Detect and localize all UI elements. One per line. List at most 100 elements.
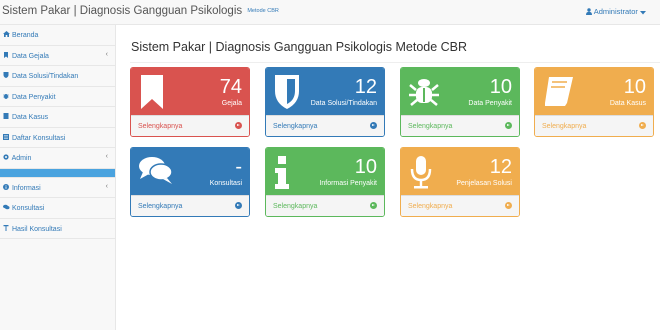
- card-footer-link[interactable]: Selengkapnya: [266, 195, 384, 216]
- stat-label: Informasi Penyakit: [319, 180, 377, 187]
- stat-value: 74: [219, 76, 242, 98]
- stat-value: 10: [623, 76, 646, 98]
- stat-card-konsultasi: - Konsultasi Selengkapnya: [130, 147, 250, 217]
- details-link[interactable]: Selengkapnya: [138, 123, 182, 130]
- sidebar-item-admin[interactable]: Admin ‹: [0, 148, 115, 169]
- card-footer-link[interactable]: Selengkapnya: [131, 195, 249, 216]
- stat-label: Data Kasus: [609, 100, 646, 107]
- stat-value: 10: [489, 76, 512, 98]
- stat-label: Konsultasi: [209, 180, 242, 187]
- sidebar-item-data-penyakit[interactable]: Data Penyakit: [0, 87, 115, 107]
- sidebar: Beranda Data Gejala ‹ Data Solusi/Tindak…: [0, 25, 116, 330]
- main-content: Sistem Pakar | Diagnosis Gangguan Psikol…: [116, 25, 660, 330]
- sidebar-item-label: Beranda: [11, 32, 39, 39]
- shield-icon: [3, 72, 9, 78]
- chevron-left-icon: ‹: [105, 50, 108, 58]
- card-footer-link[interactable]: Selengkapnya: [131, 115, 249, 136]
- stat-label: Gejala: [221, 100, 242, 107]
- stat-card-penjelasan: 12 Penjelasan Solusi Selengkapnya: [400, 147, 520, 217]
- comments-icon: [3, 204, 10, 210]
- sidebar-item-label: Data Solusi/Tindakan: [11, 73, 79, 80]
- arrow-circle-right-icon: [370, 122, 377, 129]
- user-label: Administrator: [593, 7, 638, 16]
- chevron-left-icon: ‹: [105, 182, 108, 190]
- chevron-left-icon: ‹: [105, 153, 108, 160]
- list-icon: [3, 133, 9, 140]
- arrow-circle-right-icon: [505, 122, 512, 129]
- home-icon: [3, 31, 10, 37]
- app-subtitle: Metode CBR: [247, 8, 279, 14]
- card-footer-link[interactable]: Selengkapnya: [535, 115, 653, 136]
- sidebar-item-label: Informasi: [11, 184, 41, 192]
- info-icon: [275, 156, 289, 189]
- info-icon: [3, 183, 9, 190]
- card-header: 12 Data Solusi/Tindakan: [266, 68, 384, 115]
- stat-value: 12: [354, 76, 377, 98]
- sidebar-item-label: Data Gejala: [11, 52, 49, 60]
- bookmark-icon: [4, 51, 8, 58]
- card-header: - Konsultasi: [131, 148, 249, 195]
- stat-card-solusi: 12 Data Solusi/Tindakan Selengkapnya: [265, 67, 385, 137]
- details-link[interactable]: Selengkapnya: [273, 123, 317, 130]
- arrow-circle-right-icon: [235, 122, 242, 129]
- sidebar-item-data-solusi[interactable]: Data Solusi/Tindakan: [0, 66, 115, 87]
- user-icon: [586, 8, 593, 15]
- arrow-circle-right-icon: [370, 202, 377, 209]
- bookmark-icon: [141, 75, 163, 109]
- microphone-icon: [410, 156, 432, 189]
- card-footer-link[interactable]: Selengkapnya: [266, 115, 384, 136]
- card-footer-link[interactable]: Selengkapnya: [401, 115, 519, 136]
- sidebar-item-label: Hasil Konsultasi: [11, 225, 62, 233]
- book-icon: [545, 77, 573, 106]
- sidebar-item-hasil-konsultasi[interactable]: Hasil Konsultasi: [0, 219, 115, 239]
- caret-down-icon: [640, 11, 646, 15]
- card-header: 74 Gejala: [131, 68, 249, 115]
- stat-value: -: [235, 156, 242, 178]
- stat-label: Data Penyakit: [468, 100, 512, 107]
- shield-icon: [275, 75, 299, 109]
- details-link[interactable]: Selengkapnya: [408, 203, 452, 210]
- stat-card-penyakit: 10 Data Penyakit Selengkapnya: [400, 67, 520, 137]
- bug-icon: [409, 79, 439, 106]
- pushpin-icon: [3, 224, 9, 231]
- stat-label: Data Solusi/Tindakan: [310, 100, 377, 107]
- title-divider: [130, 62, 660, 63]
- details-link[interactable]: Selengkapnya: [138, 203, 182, 210]
- sidebar-item-data-kasus[interactable]: Data Kasus: [0, 107, 115, 128]
- card-footer-link[interactable]: Selengkapnya: [401, 195, 519, 216]
- app-title: Sistem Pakar | Diagnosis Gangguan Psikol…: [2, 5, 243, 17]
- stat-card-informasi: 10 Informasi Penyakit Selengkapnya: [265, 147, 385, 217]
- arrow-circle-right-icon: [639, 122, 646, 129]
- user-menu[interactable]: Administrator: [586, 7, 646, 16]
- sidebar-item-daftar-konsultasi[interactable]: Daftar Konsultasi: [0, 128, 115, 148]
- sidebar-item-informasi[interactable]: Informasi ‹: [0, 178, 115, 198]
- sidebar-item-konsultasi[interactable]: Konsultasi: [0, 198, 115, 219]
- card-header: 10 Data Penyakit: [401, 68, 519, 115]
- details-link[interactable]: Selengkapnya: [408, 123, 452, 130]
- arrow-circle-right-icon: [505, 202, 512, 209]
- details-link[interactable]: Selengkapnya: [542, 123, 586, 130]
- stat-card-kasus: 10 Data Kasus Selengkapnya: [534, 67, 654, 137]
- sidebar-item-label: Admin: [11, 155, 32, 162]
- stat-value: 12: [489, 156, 512, 178]
- page-title: Sistem Pakar | Diagnosis Gangguan Psikol…: [131, 40, 468, 54]
- app-brand[interactable]: Sistem Pakar | Diagnosis Gangguan Psikol…: [2, 5, 279, 17]
- sidebar-item-beranda[interactable]: Beranda: [0, 25, 115, 46]
- sidebar-item-label: Daftar Konsultasi: [11, 134, 66, 142]
- top-navbar: Sistem Pakar | Diagnosis Gangguan Psikol…: [0, 0, 660, 25]
- sidebar-item-active-highlight[interactable]: [0, 168, 115, 178]
- sidebar-item-label: Konsultasi: [11, 205, 45, 212]
- comments-icon: [139, 157, 173, 184]
- bug-icon: [3, 93, 9, 99]
- book-icon: [3, 113, 9, 119]
- card-header: 10 Data Kasus: [535, 68, 653, 115]
- card-header: 10 Informasi Penyakit: [266, 148, 384, 195]
- sidebar-item-label: Data Kasus: [11, 114, 49, 121]
- gear-icon: [3, 154, 9, 160]
- details-link[interactable]: Selengkapnya: [273, 203, 317, 210]
- sidebar-item-data-gejala[interactable]: Data Gejala ‹: [0, 46, 115, 66]
- stat-label: Penjelasan Solusi: [456, 180, 512, 187]
- arrow-circle-right-icon: [235, 202, 242, 209]
- stat-value: 10: [354, 156, 377, 178]
- stat-card-gejala: 74 Gejala Selengkapnya: [130, 67, 250, 137]
